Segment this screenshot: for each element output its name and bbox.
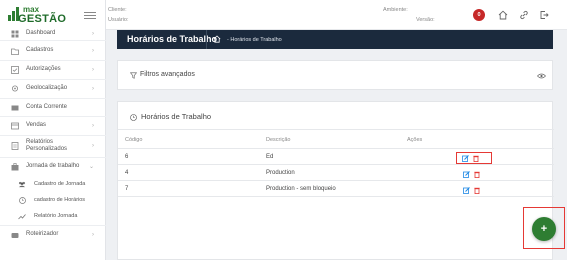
cell-codigo: 7 [125, 186, 129, 192]
sidebar: max GESTÃO Dashboard › Cadastros › Autor… [0, 0, 106, 260]
link-icon[interactable] [519, 10, 529, 20]
eye-icon[interactable] [537, 73, 546, 79]
cell-descricao: Production [266, 170, 295, 176]
column-header-codigo[interactable]: Código [125, 137, 142, 143]
users-icon [18, 181, 26, 188]
sidebar-item-label: Roteirizador [26, 231, 59, 237]
sidebar-item-label: Geolocalização [26, 85, 68, 91]
sidebar-item-conta-corrente[interactable]: Conta Corrente [0, 98, 106, 117]
logout-icon[interactable] [539, 10, 549, 20]
cell-codigo: 4 [125, 170, 129, 176]
chevron-right-icon: › [92, 231, 94, 238]
top-header: Cliente: Usuário: Ambiente: Versão: 0 [106, 0, 567, 30]
location-icon [11, 85, 19, 93]
clock-icon [18, 196, 26, 204]
breadcrumb-home-icon[interactable] [213, 35, 221, 43]
briefcase-icon [11, 162, 19, 171]
ambiente-label: Ambiente: [383, 7, 408, 13]
route-icon [11, 231, 19, 239]
table-row[interactable]: 6 Ed [118, 148, 554, 164]
sidebar-item-jornada[interactable]: Jornada de trabalho ⌄ [0, 157, 106, 176]
sidebar-item-label: Cadastros [26, 47, 54, 53]
delete-icon[interactable] [474, 171, 480, 178]
sidebar-subitem-label: Relatório Jornada [34, 213, 78, 219]
page-title-bar: Horários de Trabalho - Horários de Traba… [117, 30, 553, 49]
filter-icon [130, 72, 137, 79]
sidebar-subitem-cadastro-horarios[interactable]: cadastro de Horários [0, 192, 106, 208]
sidebar-subitem-cadastro-jornada[interactable]: Cadastro de Jornada [0, 176, 106, 192]
advanced-filters-label: Filtros avançados [140, 71, 195, 78]
edit-icon[interactable] [462, 154, 469, 162]
notification-badge[interactable]: 0 [473, 9, 485, 21]
page-title: Horários de Trabalho [127, 34, 218, 44]
home-icon[interactable] [498, 10, 508, 20]
chevron-right-icon: › [92, 66, 94, 73]
sidebar-item-label: Relatórios Personalizados [26, 139, 68, 152]
table-row[interactable]: 4 Production [118, 164, 554, 180]
column-header-acoes: Ações [407, 137, 423, 143]
chevron-right-icon: › [92, 85, 94, 92]
report-icon [11, 142, 19, 150]
chevron-right-icon: › [92, 122, 94, 129]
edit-icon[interactable] [463, 187, 470, 194]
add-button[interactable]: + [532, 217, 556, 241]
clock-icon [130, 114, 137, 121]
sidebar-subitem-label: Cadastro de Jornada [34, 181, 86, 187]
delete-icon[interactable] [473, 155, 479, 162]
chevron-right-icon: › [92, 30, 94, 37]
chevron-right-icon: › [92, 143, 94, 149]
edit-icon[interactable] [463, 171, 470, 178]
row-actions [463, 185, 491, 196]
cart-icon [11, 122, 19, 130]
folder-icon [11, 47, 19, 55]
sidebar-item-roteirizador[interactable]: Roteirizador › [0, 225, 106, 244]
sidebar-item-relatorios[interactable]: Relatórios Personalizados › [0, 135, 106, 157]
sidebar-item-geolocalizacao[interactable]: Geolocalização › [0, 79, 106, 98]
sidebar-subitem-relatorio-jornada[interactable]: Relatório Jornada [0, 208, 106, 224]
sidebar-item-cadastros[interactable]: Cadastros › [0, 41, 106, 60]
cell-descricao: Production - sem bloqueio [266, 186, 336, 192]
sidebar-item-label: Jornada de trabalho [26, 163, 80, 169]
table-title: Horários de Trabalho [141, 112, 212, 121]
sidebar-item-label: Autorizações [26, 66, 61, 72]
dashboard-icon [11, 30, 19, 38]
cell-descricao: Ed [266, 154, 274, 160]
work-hours-table-card: Horários de Trabalho Código Descrição Aç… [117, 101, 554, 260]
sidebar-item-label: Vendas [26, 122, 47, 128]
cliente-label: Cliente: [108, 7, 127, 13]
sidebar-item-vendas[interactable]: Vendas › [0, 116, 106, 135]
chart-line-icon [18, 213, 26, 220]
check-list-icon [11, 65, 19, 74]
sidebar-item-label: Conta Corrente [26, 104, 68, 110]
column-header-descricao[interactable]: Descrição [266, 137, 290, 143]
delete-icon[interactable] [474, 187, 480, 194]
row-actions [463, 169, 491, 180]
row-actions [456, 152, 492, 164]
usuario-label: Usuário: [108, 17, 129, 23]
advanced-filters-panel[interactable]: Filtros avançados [117, 60, 553, 90]
sidebar-subitem-label: cadastro de Horários [34, 197, 86, 203]
cell-codigo: 6 [125, 154, 129, 160]
chevron-down-icon: ⌄ [88, 164, 94, 170]
versao-label: Versão: [416, 17, 435, 23]
wallet-icon [11, 104, 19, 112]
menu-toggle-icon[interactable] [84, 12, 96, 20]
table-row[interactable]: 7 Production - sem bloqueio [118, 180, 554, 196]
breadcrumb: - Horários de Trabalho [227, 37, 282, 43]
sidebar-item-label: Dashboard [26, 30, 56, 36]
sidebar-item-autorizacoes[interactable]: Autorizações › [0, 60, 106, 79]
chevron-right-icon: › [92, 47, 94, 54]
